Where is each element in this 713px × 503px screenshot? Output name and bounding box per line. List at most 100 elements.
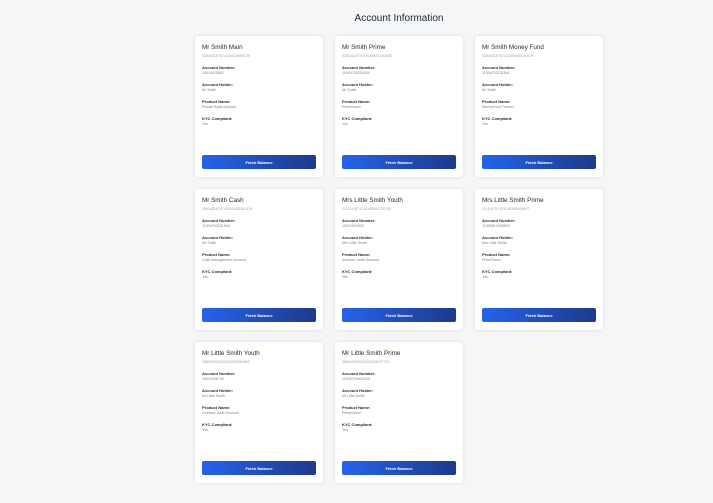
fetch-balance-button[interactable]: Fetch Balance (202, 155, 316, 169)
account-holder-field: Account Holder: Mr Smith (482, 82, 596, 93)
account-number-value: 10014425841 (202, 71, 224, 75)
kyc-compliant-value: Yes (202, 275, 208, 279)
account-number-label: Account Number: (342, 65, 376, 70)
fetch-balance-button[interactable]: Fetch Balance (342, 461, 456, 475)
account-name: Mrs Little Smith Prime (482, 197, 544, 204)
kyc-compliant-field: KYC Compliant: Yes (202, 269, 316, 280)
kyc-compliant-field: KYC Compliant: Yes (342, 116, 456, 127)
account-id: 335343157471016318D281015 (202, 207, 253, 211)
kyc-compliant-label: KYC Compliant: (202, 422, 233, 427)
account-holder-value: Mr Smith (202, 241, 217, 245)
page-title: Account Information (354, 13, 444, 24)
kyc-compliant-field: KYC Compliant: Yes (202, 422, 316, 433)
account-holder-field: Account Holder: Mr Little Smith (202, 388, 316, 399)
account-number-label: Account Number: (202, 65, 236, 70)
account-name: Mr Little Smith Prime (342, 350, 401, 357)
account-holder-field: Account Holder: Mrs Little Smith (342, 235, 456, 246)
account-name: Mr Smith Money Fund (482, 44, 544, 51)
product-name-value: Investec Youth Account (342, 258, 380, 262)
account-number-label: Account Number: (342, 218, 376, 223)
kyc-compliant-label: KYC Compliant: (202, 269, 233, 274)
account-number-field: Account Number: 11004703231500 (342, 65, 456, 76)
product-name-label: Product Name: (342, 405, 371, 410)
product-name-value: PrimeSaver (482, 258, 501, 262)
fetch-balance-button[interactable]: Fetch Balance (342, 155, 456, 169)
kyc-compliant-label: KYC Compliant: (202, 116, 233, 121)
account-name: Mr Smith Cash (202, 197, 244, 204)
account-id: 388263826321018205137740 (342, 360, 390, 364)
product-name-field: Product Name: MoneyFund Tracker (482, 99, 596, 110)
fetch-balance-button[interactable]: Fetch Balance (202, 308, 316, 322)
account-holder-label: Account Holder: (482, 82, 514, 87)
account-id: 211104787131018396825897 (482, 207, 530, 211)
product-name-label: Product Name: (202, 405, 231, 410)
product-name-value: PrimeSaver (342, 105, 361, 109)
account-holder-value: Mr Little Smith (342, 394, 365, 398)
product-name-field: Product Name: Cash Management Account (202, 252, 316, 263)
product-name-label: Product Name: (482, 252, 511, 257)
account-id: 335343157471018998D5101O9 (482, 54, 533, 58)
account-name: Mr Smith Main (202, 44, 243, 51)
account-grid: Mr Smith Main 335343157471016318858T4E A… (195, 36, 605, 483)
kyc-compliant-field: KYC Compliant: Yes (342, 422, 456, 433)
account-holder-field: Account Holder: Mr Little Smith (342, 388, 456, 399)
account-number-field: Account Number: 10014425841 (202, 65, 316, 76)
kyc-compliant-label: KYC Compliant: (342, 422, 373, 427)
fetch-balance-button[interactable]: Fetch Balance (202, 461, 316, 475)
account-holder-value: Mrs Little Smith (342, 241, 367, 245)
product-name-field: Product Name: PrimeSaver (482, 252, 596, 263)
account-number-value: 11004703231540 (202, 224, 230, 228)
account-card: Mr Smith Money Fund 335343157471018998D5… (475, 36, 603, 177)
kyc-compliant-value: Yes (202, 122, 208, 126)
product-name-value: PrimeSaver (342, 411, 361, 415)
product-name-value: Investec Youth Account (202, 411, 240, 415)
product-name-label: Product Name: (342, 99, 371, 104)
account-number-label: Account Number: (482, 218, 516, 223)
account-holder-field: Account Holder: Mr Smith (202, 235, 316, 246)
product-name-label: Product Name: (202, 252, 231, 257)
product-name-field: Product Name: PrimeSaver (342, 405, 456, 416)
account-holder-value: Mr Smith (482, 88, 497, 92)
account-holder-field: Account Holder: Mrs Little Smith (482, 235, 596, 246)
kyc-compliant-field: KYC Compliant: Yes (482, 116, 596, 127)
kyc-compliant-label: KYC Compliant: (482, 116, 513, 121)
fetch-balance-button[interactable]: Fetch Balance (482, 308, 596, 322)
kyc-compliant-label: KYC Compliant: (482, 269, 513, 274)
account-holder-value: Mrs Little Smith (482, 241, 507, 245)
kyc-compliant-label: KYC Compliant: (342, 269, 373, 274)
account-name: Mrs Little Smith Youth (342, 197, 403, 204)
product-name-field: Product Name: Private Bank Account (202, 99, 316, 110)
account-number-value: 10012024052 (342, 224, 364, 228)
account-card: Mrs Little Smith Youth 21110478713101839… (335, 189, 463, 330)
account-holder-label: Account Holder: (342, 235, 374, 240)
kyc-compliant-value: Yes (482, 275, 488, 279)
kyc-compliant-value: Yes (482, 122, 488, 126)
product-name-label: Product Name: (482, 99, 511, 104)
account-card: Mr Little Smith Youth 388263826321018283… (195, 342, 323, 483)
account-holder-label: Account Holder: (202, 235, 234, 240)
account-name: Mr Little Smith Youth (202, 350, 260, 357)
kyc-compliant-value: Yes (202, 428, 208, 432)
product-name-value: Private Bank Account (202, 105, 237, 109)
account-number-field: Account Number: 11004703231540 (202, 218, 316, 229)
account-number-label: Account Number: (202, 218, 236, 223)
account-number-field: Account Number: 10011946794 (202, 371, 316, 382)
account-holder-field: Account Holder: Mr Smith (202, 82, 316, 93)
fetch-balance-button[interactable]: Fetch Balance (342, 308, 456, 322)
account-card: Mr Smith Main 335343157471016318858T4E A… (195, 36, 323, 177)
account-id: 335343157471016318858T4E (202, 54, 251, 58)
fetch-balance-button[interactable]: Fetch Balance (482, 155, 596, 169)
product-name-field: Product Name: Investec Youth Account (342, 252, 456, 263)
product-name-field: Product Name: PrimeSaver (342, 99, 456, 110)
account-holder-value: Mr Little Smith (202, 394, 225, 398)
kyc-compliant-label: KYC Compliant: (342, 116, 373, 121)
account-number-value: 10011946794 (202, 377, 224, 381)
account-number-label: Account Number: (202, 371, 236, 376)
product-name-field: Product Name: Investec Youth Account (202, 405, 316, 416)
kyc-compliant-value: Yes (342, 275, 348, 279)
account-number-field: Account Number: 10012024052 (342, 218, 456, 229)
product-name-label: Product Name: (202, 99, 231, 104)
account-number-value: 11005814395500 (482, 224, 510, 228)
account-holder-value: Mr Smith (342, 88, 357, 92)
account-number-field: Account Number: 11005794431500 (342, 371, 456, 382)
